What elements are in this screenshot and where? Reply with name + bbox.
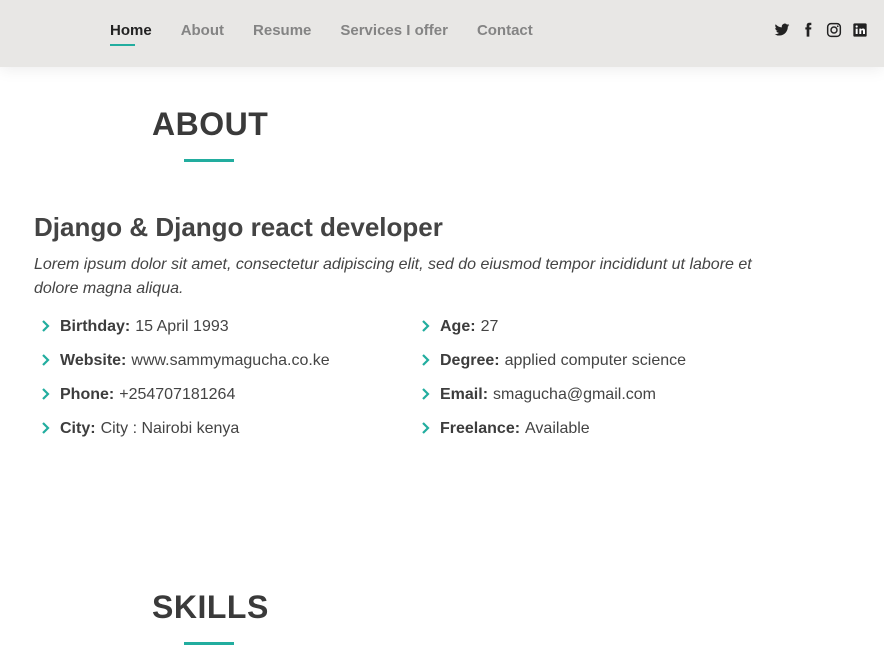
detail-birthday: Birthday: 15 April 1993 (34, 316, 330, 350)
detail-label: Website: (60, 352, 127, 369)
detail-degree: Degree: applied computer science (414, 350, 686, 384)
detail-city: City: City : Nairobi kenya (34, 418, 330, 452)
facebook-icon[interactable] (800, 22, 816, 38)
social-links (774, 22, 868, 38)
detail-value: smagucha@gmail.com (493, 386, 656, 403)
detail-value: www.sammymagucha.co.ke (131, 352, 330, 369)
skills-title: SKILLS (152, 589, 269, 625)
detail-label: Age: (440, 318, 476, 335)
chevron-right-icon (34, 418, 54, 434)
nav-home[interactable]: Home (110, 21, 152, 46)
linkedin-icon[interactable] (852, 22, 868, 38)
about-intro: Lorem ipsum dolor sit amet, consectetur … (34, 256, 752, 297)
nav-resume[interactable]: Resume (253, 21, 311, 41)
details-right: Age: 27 Degree: applied computer science… (414, 316, 686, 452)
detail-value: 27 (480, 318, 499, 335)
chevron-right-icon (34, 384, 54, 400)
nav-services[interactable]: Services I offer (340, 21, 448, 41)
detail-label: Birthday: (60, 318, 131, 335)
detail-freelance: Freelance: Available (414, 418, 686, 452)
detail-age: Age: 27 (414, 316, 686, 350)
detail-website: Website: www.sammymagucha.co.ke (34, 350, 330, 384)
site-header: Home About Resume Services I offer Conta… (0, 0, 884, 67)
detail-label: Degree: (440, 352, 500, 369)
nav-contact[interactable]: Contact (477, 21, 533, 41)
chevron-right-icon (414, 350, 434, 366)
twitter-icon[interactable] (774, 22, 790, 38)
detail-label: Freelance: (440, 420, 521, 437)
detail-phone: Phone: +254707181264 (34, 384, 330, 418)
detail-label: Email: (440, 386, 489, 403)
detail-value: +254707181264 (119, 386, 236, 403)
chevron-right-icon (34, 316, 54, 332)
about-title: ABOUT (152, 106, 269, 142)
chevron-right-icon (34, 350, 54, 366)
main-nav: Home About Resume Services I offer Conta… (110, 21, 562, 46)
detail-value: City : Nairobi kenya (100, 420, 240, 437)
chevron-right-icon (414, 384, 434, 400)
detail-label: Phone: (60, 386, 115, 403)
chevron-right-icon (414, 316, 434, 332)
detail-label: City: (60, 420, 96, 437)
details-left: Birthday: 15 April 1993 Website: www.sam… (34, 316, 330, 452)
about-title-underline (184, 159, 234, 162)
detail-value: Available (525, 420, 590, 437)
nav-about[interactable]: About (181, 21, 224, 41)
instagram-icon[interactable] (826, 22, 842, 38)
skills-title-underline (184, 642, 234, 645)
chevron-right-icon (414, 418, 434, 434)
detail-value: applied computer science (504, 352, 687, 369)
about-headline: Django & Django react developer (34, 212, 443, 242)
detail-value: 15 April 1993 (135, 318, 229, 335)
detail-email: Email: smagucha@gmail.com (414, 384, 686, 418)
